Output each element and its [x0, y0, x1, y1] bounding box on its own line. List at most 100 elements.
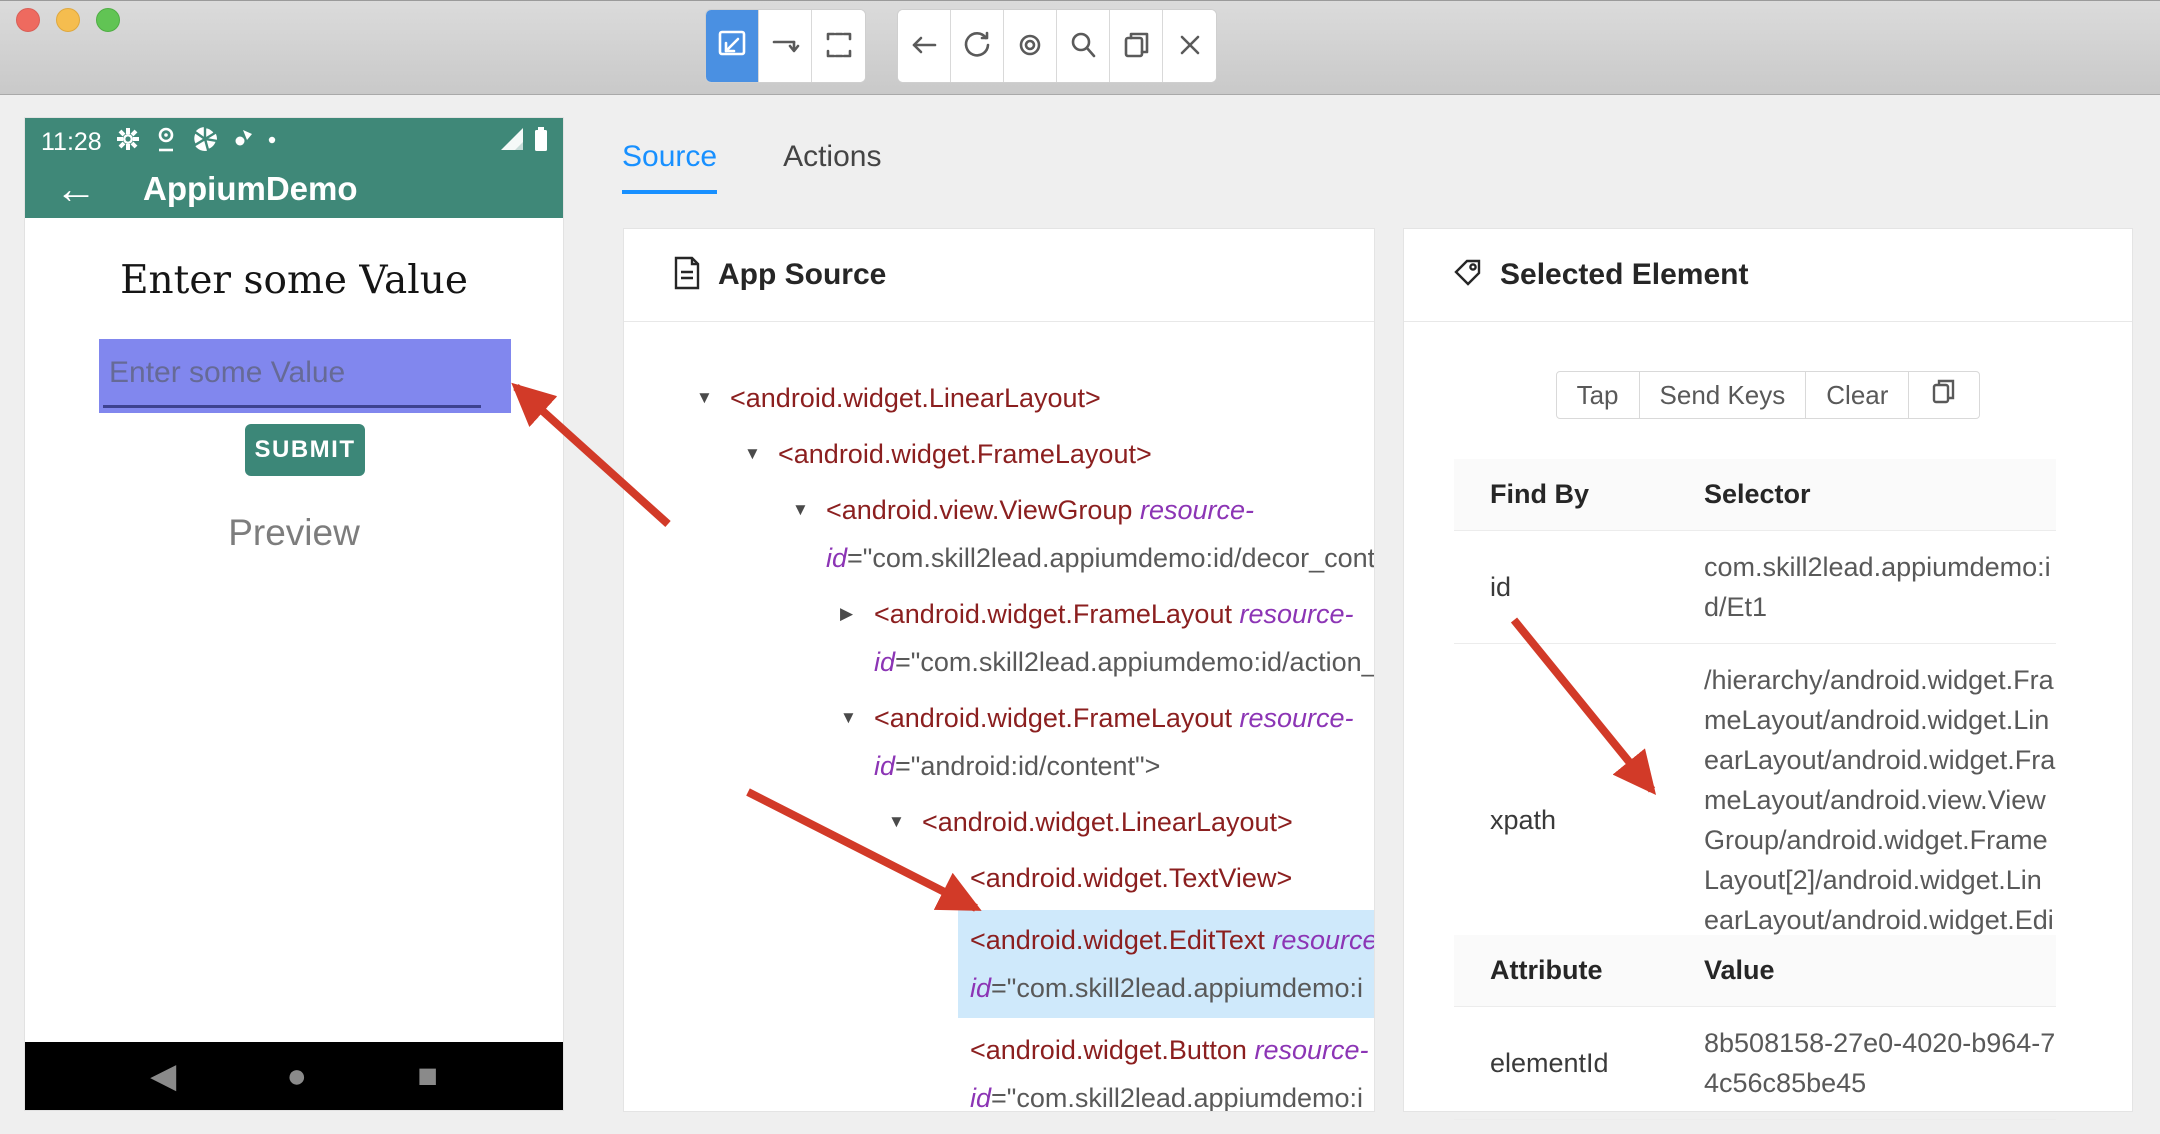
- table-header-cell: Attribute: [1454, 935, 1704, 1007]
- collapse-icon[interactable]: ▼: [792, 486, 822, 534]
- inspector-tabs: Source Actions: [622, 140, 881, 194]
- tree-node[interactable]: ▼<android.widget.LinearLayout>: [624, 798, 1374, 846]
- gear-icon: [115, 126, 141, 157]
- clear-button[interactable]: Clear: [1805, 371, 1909, 419]
- find-by-table: Find BySelectoridcom.skill2lead.appiumde…: [1454, 459, 2056, 997]
- collapse-icon[interactable]: ▼: [888, 798, 918, 846]
- tree-node[interactable]: ▼<android.widget.FrameLayout>: [624, 430, 1374, 478]
- tree-node-text: <android.widget.FrameLayout>: [778, 430, 1374, 478]
- table-row: elementId8b508158-27e0-4020-b964-74c56c8…: [1454, 1007, 2056, 1120]
- copy-icon: [1117, 26, 1155, 67]
- table-cell-value: com.skill2lead.appiumdemo:id/Et1: [1704, 531, 2056, 644]
- shutter-icon: [191, 125, 219, 158]
- phone-app-bar: ← AppiumDemo: [25, 164, 563, 218]
- quit-session-button[interactable]: [1163, 10, 1216, 82]
- phone-status-bar: 11:28: [25, 124, 563, 158]
- table-cell-key: elementId: [1454, 1007, 1704, 1120]
- phone-value-input[interactable]: [99, 339, 511, 413]
- table-header-cell: Selector: [1704, 459, 2056, 531]
- session-toolbar: [897, 9, 1217, 83]
- select-elements-icon: [713, 26, 751, 67]
- collapse-icon[interactable]: ▼: [840, 694, 870, 742]
- tag-icon: [1452, 257, 1484, 294]
- quit-icon: [1171, 26, 1209, 67]
- table-cell-value: 8b508158-27e0-4020-b964-74c56c85be45: [1704, 1007, 2056, 1120]
- phone-app-header: 11:28: [25, 118, 563, 218]
- android-home-icon[interactable]: ●: [287, 1057, 308, 1096]
- source-tree: ▼<android.widget.LinearLayout>▼<android.…: [624, 322, 1374, 1111]
- close-window-button[interactable]: [16, 8, 40, 32]
- back-icon: [905, 26, 943, 67]
- app-source-title: App Source: [718, 258, 886, 292]
- phone-preview-label: Preview: [25, 512, 563, 554]
- signal-icon: [499, 126, 525, 157]
- back-button[interactable]: [898, 10, 951, 82]
- tree-node-text: <android.view.ViewGroup resource-id="com…: [826, 486, 1374, 582]
- phone-heading: Enter some Value: [25, 258, 563, 303]
- copy-attributes-button[interactable]: [1908, 371, 1980, 419]
- record-icon: [1011, 26, 1049, 67]
- window-titlebar: [0, 0, 2160, 95]
- collapse-icon[interactable]: ▼: [696, 374, 726, 422]
- swipe-by-coordinates-button[interactable]: [759, 10, 812, 82]
- minimize-window-button[interactable]: [56, 8, 80, 32]
- tree-node[interactable]: <android.widget.TextView>: [624, 854, 1374, 902]
- tree-node[interactable]: ▼<android.view.ViewGroup resource-id="co…: [624, 486, 1374, 582]
- selected-element-header: Selected Element: [1404, 229, 2132, 322]
- app-source-panel: App Source ▼<android.widget.LinearLayout…: [623, 228, 1375, 1112]
- phone-submit-button[interactable]: SUBMIT: [245, 424, 365, 476]
- selected-element-title: Selected Element: [1500, 258, 1748, 292]
- expand-icon[interactable]: ▶: [840, 590, 870, 638]
- swipe-by-coordinates-icon: [766, 26, 804, 67]
- table-row: idcom.skill2lead.appiumdemo:id/Et1: [1454, 531, 2056, 644]
- phone-back-icon[interactable]: ←: [55, 166, 97, 212]
- refresh-button[interactable]: [951, 10, 1004, 82]
- attribute-table: AttributeValueelementId8b508158-27e0-402…: [1454, 935, 2056, 1120]
- file-text-icon: [672, 256, 702, 295]
- table-header-cell: Value: [1704, 935, 2056, 1007]
- copy-source-button[interactable]: [1110, 10, 1163, 82]
- location-icon: [154, 126, 178, 157]
- tree-node-text: <android.widget.FrameLayout resource-id=…: [874, 590, 1374, 686]
- tree-node[interactable]: ▶<android.widget.FrameLayout resource-id…: [624, 590, 1374, 686]
- table-header-cell: Find By: [1454, 459, 1704, 531]
- android-recents-icon[interactable]: ■: [417, 1057, 438, 1096]
- tree-node-text: <android.widget.LinearLayout>: [730, 374, 1374, 422]
- tree-node-text-selected: <android.widget.EditText resourceid="com…: [958, 910, 1374, 1018]
- tree-node[interactable]: <android.widget.EditText resourceid="com…: [624, 910, 1374, 1018]
- interaction-mode-toolbar: [705, 9, 866, 83]
- tree-node[interactable]: <android.widget.Button resource-id="com.…: [624, 1026, 1374, 1111]
- record-button[interactable]: [1004, 10, 1057, 82]
- collapse-icon[interactable]: ▼: [744, 430, 774, 478]
- tap-by-coordinates-icon: [820, 26, 858, 67]
- android-back-icon[interactable]: ◀: [150, 1056, 176, 1096]
- tab-source[interactable]: Source: [622, 140, 717, 194]
- send-keys-button[interactable]: Send Keys: [1639, 371, 1807, 419]
- input-underline: [103, 405, 481, 408]
- search-button[interactable]: [1057, 10, 1110, 82]
- battery-icon: [533, 125, 549, 158]
- phone-nav-bar: ◀ ● ■: [25, 1042, 563, 1110]
- tap-by-coordinates-button[interactable]: [812, 10, 865, 82]
- table-cell-key: id: [1454, 531, 1704, 644]
- phone-app-title: AppiumDemo: [143, 170, 358, 208]
- element-actions-row: Tap Send Keys Clear: [1404, 371, 2132, 419]
- tab-actions[interactable]: Actions: [783, 140, 881, 194]
- tree-node[interactable]: ▼<android.widget.LinearLayout>: [624, 374, 1374, 422]
- device-screenshot[interactable]: 11:28: [25, 118, 563, 1110]
- tree-node-text: <android.widget.TextView>: [970, 854, 1374, 902]
- select-elements-button[interactable]: [706, 10, 759, 82]
- app-source-header: App Source: [624, 229, 1374, 322]
- tap-button[interactable]: Tap: [1556, 371, 1640, 419]
- copy-icon: [1929, 376, 1959, 415]
- traffic-lights: [16, 8, 120, 32]
- refresh-icon: [958, 26, 996, 67]
- tree-node-text: <android.widget.Button resource-id="com.…: [970, 1026, 1374, 1111]
- zoom-window-button[interactable]: [96, 8, 120, 32]
- tree-node-text: <android.widget.FrameLayout resource-id=…: [874, 694, 1374, 790]
- search-icon: [1064, 26, 1102, 67]
- tree-node[interactable]: ▼<android.widget.FrameLayout resource-id…: [624, 694, 1374, 790]
- tree-node-text: <android.widget.LinearLayout>: [922, 798, 1374, 846]
- status-time: 11:28: [41, 128, 102, 157]
- sparkle-icon: [232, 128, 254, 155]
